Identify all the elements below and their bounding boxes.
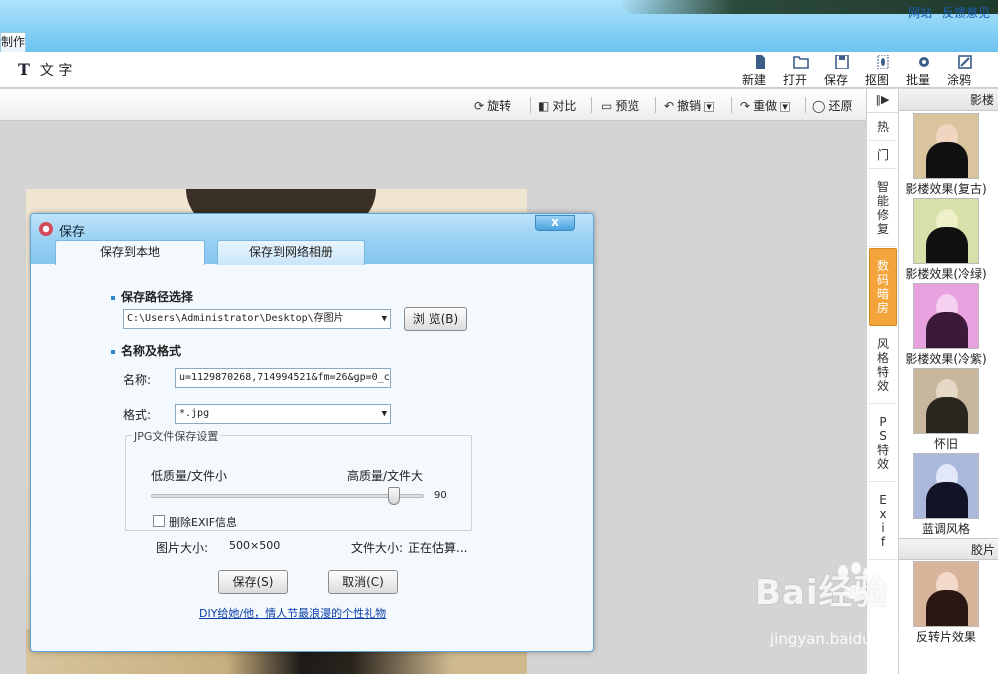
high-quality-label: 高质量/文件大 [347, 469, 424, 483]
undo-icon: ↶ [664, 99, 675, 113]
effect-thumbnail [913, 283, 979, 349]
tab-style-effects[interactable]: 风格特效 [869, 327, 897, 404]
tab-save-local[interactable]: 保存到本地 [55, 240, 205, 265]
tab-ps-effects[interactable]: PS特效 [869, 405, 897, 482]
effect-item[interactable]: 影楼效果(冷绿) [905, 198, 987, 282]
batch-button[interactable]: 批量 [906, 55, 942, 87]
chevron-down-icon: ▼ [381, 409, 387, 419]
jpg-settings-legend: JPG文件保存设置 [132, 428, 221, 444]
effects-panel: 影楼 影楼效果(复古) 影楼效果(冷绿) 影楼效果(冷紫) 怀旧 蓝调风格 胶片 [898, 89, 998, 674]
undo-dropdown-icon[interactable]: ▼ [704, 101, 715, 112]
feedback-link[interactable]: 反馈意见 [942, 6, 990, 20]
quality-slider-track[interactable] [151, 494, 424, 498]
watermark-url: jingyan.baidu.com [770, 630, 909, 648]
low-quality-label: 低质量/文件小 [151, 469, 228, 483]
save-confirm-button[interactable]: 保存(S) [218, 570, 288, 594]
doodle-button[interactable]: 涂鸦 [947, 55, 983, 87]
effect-thumbnail [913, 453, 979, 519]
open-button[interactable]: 打开 [783, 55, 819, 87]
effect-thumbnail [913, 198, 979, 264]
preview-button[interactable]: ▭ 预览 [601, 97, 639, 114]
effect-item[interactable]: 怀旧 [913, 368, 979, 452]
app-logo-icon [39, 222, 53, 236]
edit-toolbar: ⟳ 旋转 ◧ 对比 ▭ 预览 ↶ 撤销 ▼ ↷ 重做 ▼ ◯ 还原 [0, 89, 866, 121]
restore-button[interactable]: ◯ 还原 [812, 97, 852, 114]
compare-icon: ◧ [538, 99, 550, 113]
floppy-icon [835, 55, 849, 69]
redo-icon: ↷ [740, 99, 751, 113]
promo-link[interactable]: DIY给她/他，情人节最浪漫的个性礼物 [199, 605, 386, 621]
tab-make[interactable]: 制作 [0, 32, 26, 52]
image-size-value: 500×500 [229, 539, 281, 552]
browse-button[interactable]: 浏 览(B) [404, 307, 467, 331]
effect-item[interactable]: 影楼效果(冷紫) [905, 283, 987, 367]
app-banner: 网站 反馈意见 制作 [0, 0, 998, 52]
tab-hot-1[interactable]: 热 [869, 114, 897, 141]
watermark-brand: Bai经验 [755, 573, 889, 613]
tab-digital-darkroom[interactable]: 数码暗房 [869, 248, 897, 326]
image-size-label: 图片大小: [156, 541, 209, 555]
close-button[interactable]: x [535, 215, 575, 231]
save-path-select[interactable]: C:\Users\Administrator\Desktop\存图片 ▼ [123, 309, 391, 329]
cancel-button[interactable]: 取消(C) [328, 570, 398, 594]
effect-thumbnail [913, 368, 979, 434]
new-file-icon [756, 55, 765, 69]
cutout-button[interactable]: 抠图 [865, 55, 901, 87]
strip-exif-checkbox[interactable] [153, 515, 165, 527]
panel-header: 影楼 [899, 89, 998, 111]
restore-icon: ◯ [812, 99, 826, 113]
effect-thumbnail [913, 113, 979, 179]
effect-item[interactable]: 蓝调风格 [913, 453, 979, 537]
undo-button[interactable]: ↶ 撤销 ▼ [664, 97, 715, 114]
panel-header-film: 胶片 [899, 538, 998, 560]
redo-button[interactable]: ↷ 重做 ▼ [740, 97, 791, 114]
text-T-icon: T [18, 60, 30, 79]
name-format-section-title: 名称及格式 [111, 342, 181, 359]
tab-exif[interactable]: Exif [869, 483, 897, 560]
tab-hot-2[interactable]: 门 [869, 142, 897, 169]
quality-slider-handle[interactable] [388, 487, 400, 505]
save-button[interactable]: 保存 [824, 55, 860, 87]
main-toolbar: T文 字 新建 打开 保存 抠图 批量 涂鸦 [0, 52, 998, 88]
close-icon: x [551, 215, 559, 229]
compare-button[interactable]: ◧ 对比 [538, 97, 576, 114]
format-select[interactable]: *.jpg ▼ [175, 404, 391, 424]
dialog-titlebar: 保存 x 保存到本地 保存到网络相册 [31, 214, 593, 265]
website-link[interactable]: 网站 [908, 6, 932, 20]
collapse-panel-icon[interactable]: ‖▶ [867, 89, 898, 113]
effect-thumbnail [913, 561, 979, 627]
file-name-input[interactable]: u=1129870268,714994521&fm=26&gp=0_c [175, 368, 391, 388]
redo-dropdown-icon[interactable]: ▼ [780, 101, 791, 112]
gear-icon [919, 57, 929, 67]
format-label: 格式: [123, 408, 152, 422]
top-links: 网站 反馈意见 [902, 4, 990, 21]
toolbar-divider [731, 97, 732, 113]
rotate-icon: ⟳ [474, 99, 485, 113]
brush-icon [958, 55, 972, 69]
toolbar-divider [530, 97, 531, 113]
effect-item[interactable]: 影楼效果(复古) [905, 113, 987, 197]
rotate-button[interactable]: ⟳ 旋转 [474, 97, 511, 114]
dialog-title: 保存 [59, 225, 86, 240]
toolbar-divider [591, 97, 592, 113]
file-size-label: 文件大小: [351, 541, 404, 555]
path-section-title: 保存路径选择 [111, 288, 193, 305]
effect-item[interactable]: 反转片效果 [913, 561, 979, 645]
file-size-value: 正在估算... [408, 541, 468, 555]
tab-save-online-album[interactable]: 保存到网络相册 [217, 240, 365, 265]
text-tool-button[interactable]: T文 字 [18, 60, 72, 80]
tab-smart-repair[interactable]: 智能修复 [869, 170, 897, 247]
quality-value: 90 [434, 490, 447, 501]
save-dialog: 保存 x 保存到本地 保存到网络相册 保存路径选择 C:\Users\Admin… [30, 213, 594, 652]
toolbar-divider [655, 97, 656, 113]
preview-icon: ▭ [601, 99, 613, 113]
new-button[interactable]: 新建 [742, 55, 778, 87]
folder-icon [793, 56, 809, 69]
cutout-icon [877, 55, 889, 69]
chevron-down-icon: ▼ [381, 314, 387, 324]
name-label: 名称: [123, 373, 152, 387]
toolbar-divider [805, 97, 806, 113]
strip-exif-label[interactable]: 删除EXIF信息 [169, 514, 237, 530]
